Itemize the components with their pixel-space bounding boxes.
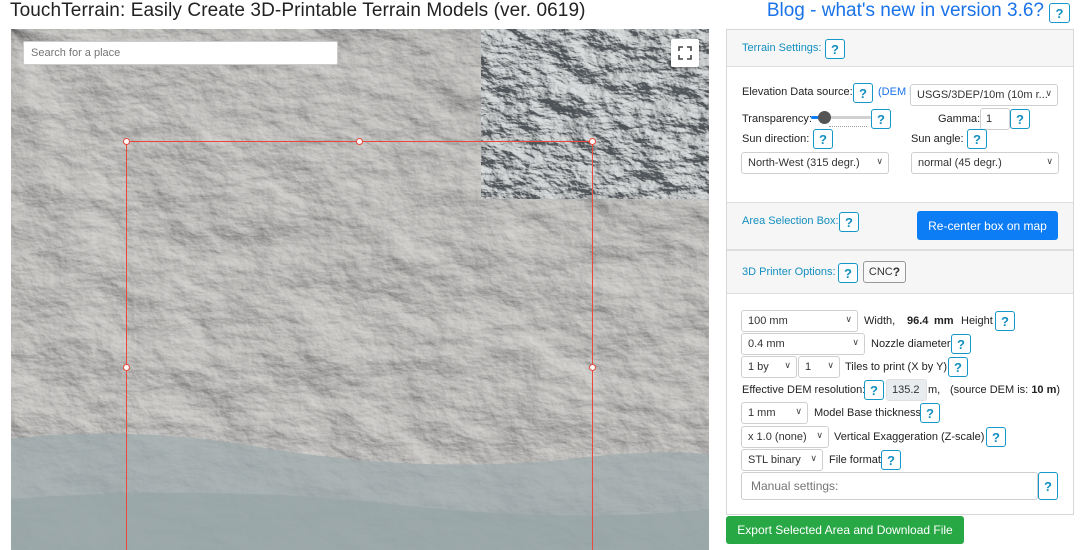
height-unit: mm (934, 315, 954, 327)
place-search-input[interactable] (23, 41, 338, 65)
sun-angle-help[interactable]: ? (967, 129, 987, 149)
blog-help-button[interactable]: ? (1049, 3, 1070, 23)
dem-resolution-unit: m, (928, 384, 941, 396)
printer-options-help[interactable]: ? (838, 263, 858, 283)
sun-direction-select[interactable]: North-West (315 degr.) ∨ (741, 152, 889, 174)
tiles-label: Tiles to print (X by Y) (845, 361, 948, 373)
elevation-source-select[interactable]: USGS/3DEP/10m (10m r... ∨ (910, 84, 1058, 106)
sun-angle-label: Sun angle: (911, 133, 964, 145)
fullscreen-button[interactable] (671, 39, 699, 67)
gamma-input[interactable]: 1 (980, 108, 1010, 130)
cnc-button[interactable]: CNC? (863, 261, 906, 283)
fullscreen-icon (678, 46, 692, 60)
transparency-help[interactable]: ? (871, 109, 891, 129)
elevation-source-help[interactable]: ? (853, 83, 873, 103)
recenter-box-button[interactable]: Re-center box on map (917, 211, 1058, 240)
transparency-slider[interactable] (811, 108, 871, 127)
file-format-label: File format (829, 454, 881, 466)
page-title: TouchTerrain: Easily Create 3D-Printable… (10, 0, 586, 21)
dem-info-link[interactable]: (DEM li (878, 86, 914, 98)
map-view[interactable] (11, 29, 709, 550)
transparency-label: Transparency: (742, 113, 812, 125)
blog-link[interactable]: Blog - what's new in version 3.6? (767, 0, 1044, 22)
dem-resolution-help[interactable]: ? (864, 380, 884, 400)
width-help[interactable]: ? (995, 311, 1015, 331)
height-label: Height (961, 315, 993, 327)
nozzle-help[interactable]: ? (951, 334, 971, 354)
printer-options-title: 3D Printer Options: (742, 266, 836, 278)
sun-angle-select[interactable]: normal (45 degr.) ∨ (911, 152, 1059, 174)
tiles-help[interactable]: ? (948, 357, 968, 377)
vertical-exaggeration-select[interactable]: x 1.0 (none) ∨ (741, 426, 829, 448)
selection-handle-tr[interactable] (589, 138, 596, 145)
sun-direction-label: Sun direction: (742, 133, 810, 145)
source-dem-text: (source DEM is: 10 m) (950, 384, 1061, 396)
export-download-button[interactable]: Export Selected Area and Download File (726, 516, 964, 544)
area-selection-title: Area Selection Box: (742, 215, 839, 227)
transparency-slider-thumb[interactable] (818, 111, 832, 124)
terrain-settings-help[interactable]: ? (825, 39, 845, 59)
selection-handle-mr[interactable] (589, 364, 596, 371)
tiles-y-select[interactable]: 1 ∨ (798, 356, 840, 378)
width-label: Width, (864, 315, 896, 327)
area-selection-help[interactable]: ? (839, 212, 859, 232)
sun-direction-help[interactable]: ? (813, 129, 833, 149)
base-thickness-label: Model Base thickness (814, 407, 921, 419)
elevation-source-label: Elevation Data source: (742, 86, 853, 98)
selection-handle-tm[interactable] (356, 138, 363, 145)
width-select[interactable]: 100 mm ∨ (741, 310, 858, 332)
settings-panel: Terrain Settings: ? Elevation Data sourc… (726, 29, 1074, 515)
base-thickness-select[interactable]: 1 mm ∨ (741, 402, 808, 424)
dem-resolution-label: Effective DEM resolution: (742, 384, 866, 396)
dem-resolution-value: 135.2 (886, 379, 927, 401)
terrain-settings-title: Terrain Settings: (742, 42, 822, 54)
selection-handle-tl[interactable] (123, 138, 130, 145)
file-format-help[interactable]: ? (881, 450, 901, 470)
selection-handle-ml[interactable] (123, 364, 130, 371)
terrain-settings-header: Terrain Settings: ? (727, 30, 1073, 67)
vertical-exaggeration-help[interactable]: ? (986, 427, 1006, 447)
gamma-label: Gamma: (938, 113, 981, 125)
nozzle-label: Nozzle diameter (871, 338, 951, 350)
file-format-select[interactable]: STL binary ∨ (741, 449, 823, 471)
height-value: 96.4 (907, 315, 929, 327)
manual-settings-input[interactable] (741, 472, 1038, 500)
base-thickness-help[interactable]: ? (920, 403, 940, 423)
gamma-help[interactable]: ? (1010, 109, 1030, 129)
nozzle-select[interactable]: 0.4 mm ∨ (741, 333, 865, 355)
selection-box[interactable] (123, 138, 596, 550)
manual-settings-help[interactable]: ? (1038, 472, 1058, 500)
tiles-x-select[interactable]: 1 by ∨ (741, 356, 797, 378)
vertical-exaggeration-label: Vertical Exaggeration (Z-scale) (834, 431, 985, 443)
